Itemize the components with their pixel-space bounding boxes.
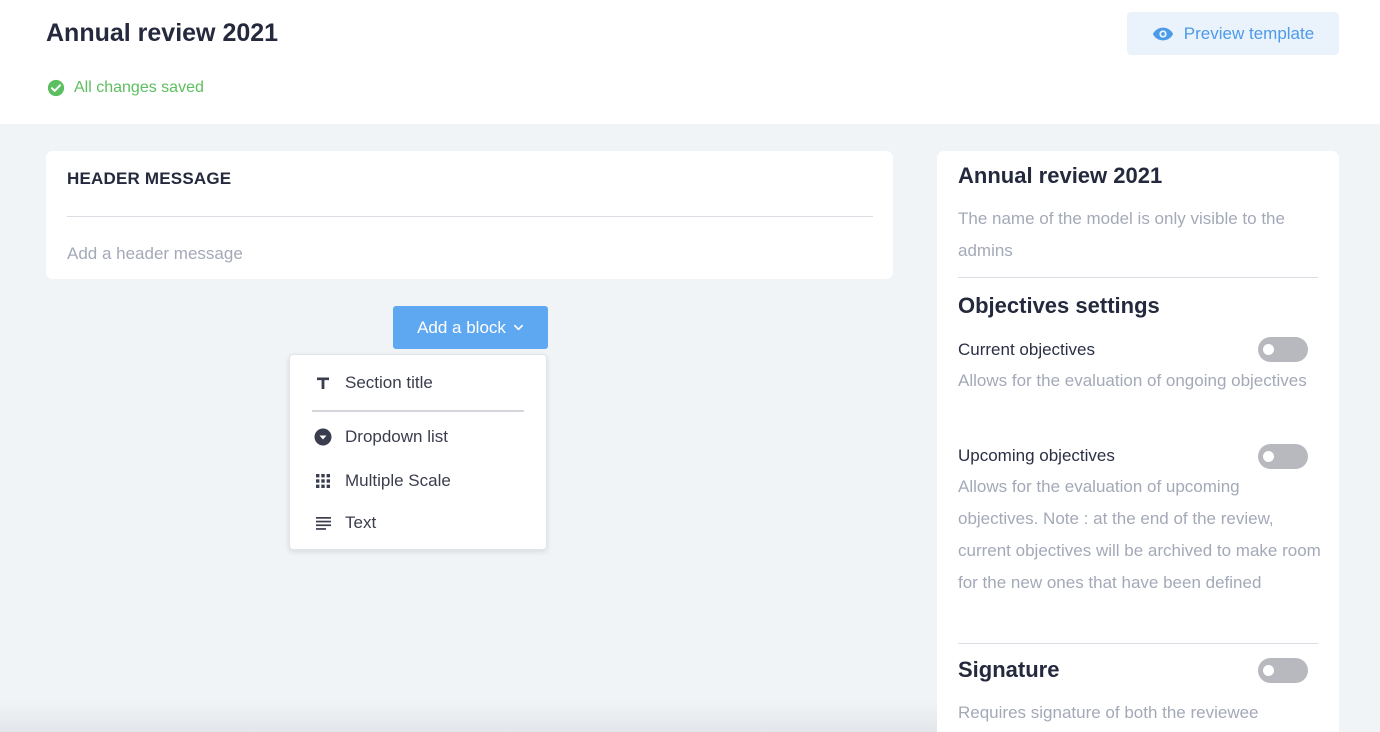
toggle-knob [1263, 451, 1274, 462]
current-objectives-toggle[interactable] [1258, 337, 1308, 362]
divider [958, 643, 1318, 644]
add-block-menu: Section title Dropdown list Multiple Sca… [289, 354, 547, 550]
objectives-settings-heading: Objectives settings [958, 293, 1160, 318]
menu-item-text[interactable]: Text [290, 505, 546, 541]
toggle-knob [1263, 665, 1274, 676]
model-name[interactable]: Annual review 2021 [958, 163, 1162, 189]
menu-item-multiple-scale[interactable]: Multiple Scale [290, 463, 546, 499]
signature-description: Requires signature of both the reviewee [958, 703, 1259, 722]
page-title: Annual review 2021 [46, 19, 279, 47]
menu-item-dropdown-list[interactable]: Dropdown list [290, 419, 546, 455]
current-objectives-description: Allows for the evaluation of ongoing obj… [958, 371, 1307, 390]
top-bar: Annual review 2021 Preview template All … [0, 0, 1380, 124]
save-status: All changes saved [47, 79, 204, 97]
menu-separator [312, 410, 524, 412]
chevron-down-icon [513, 324, 523, 331]
menu-item-section-title[interactable]: Section title [290, 365, 546, 401]
toggle-knob [1263, 344, 1274, 355]
check-circle-icon [47, 79, 65, 97]
grid-icon [314, 472, 332, 490]
divider [67, 216, 873, 217]
model-name-note: The name of the model is only visible to… [958, 209, 1285, 260]
menu-item-label: Section title [345, 373, 433, 392]
upcoming-objectives-description: Allows for the evaluation of upcoming ob… [958, 477, 1321, 592]
add-block-button[interactable]: Add a block [393, 306, 548, 349]
preview-template-label: Preview template [1183, 23, 1315, 43]
current-objectives-label: Current objectives [958, 340, 1096, 359]
upcoming-objectives-label: Upcoming objectives [958, 446, 1115, 465]
add-block-label: Add a block [417, 317, 506, 337]
signature-toggle[interactable] [1258, 658, 1308, 683]
settings-panel: Annual review 2021 The name of the model… [937, 151, 1339, 732]
section-title-icon [314, 374, 332, 392]
header-message-input[interactable]: Add a header message [67, 244, 243, 264]
header-message-card: HEADER MESSAGE Add a header message [46, 151, 893, 279]
save-status-text: All changes saved [74, 79, 204, 96]
signature-heading: Signature [958, 657, 1060, 682]
text-lines-icon [314, 514, 332, 532]
eye-icon [1152, 27, 1173, 40]
menu-item-label: Text [345, 513, 377, 532]
menu-item-label: Dropdown list [345, 427, 448, 446]
upcoming-objectives-toggle[interactable] [1258, 444, 1308, 469]
menu-item-label: Multiple Scale [345, 471, 451, 490]
dropdown-icon [314, 428, 332, 446]
header-message-label: HEADER MESSAGE [67, 169, 232, 188]
bottom-shadow [0, 700, 937, 732]
divider [958, 277, 1318, 278]
preview-template-button[interactable]: Preview template [1127, 12, 1339, 55]
